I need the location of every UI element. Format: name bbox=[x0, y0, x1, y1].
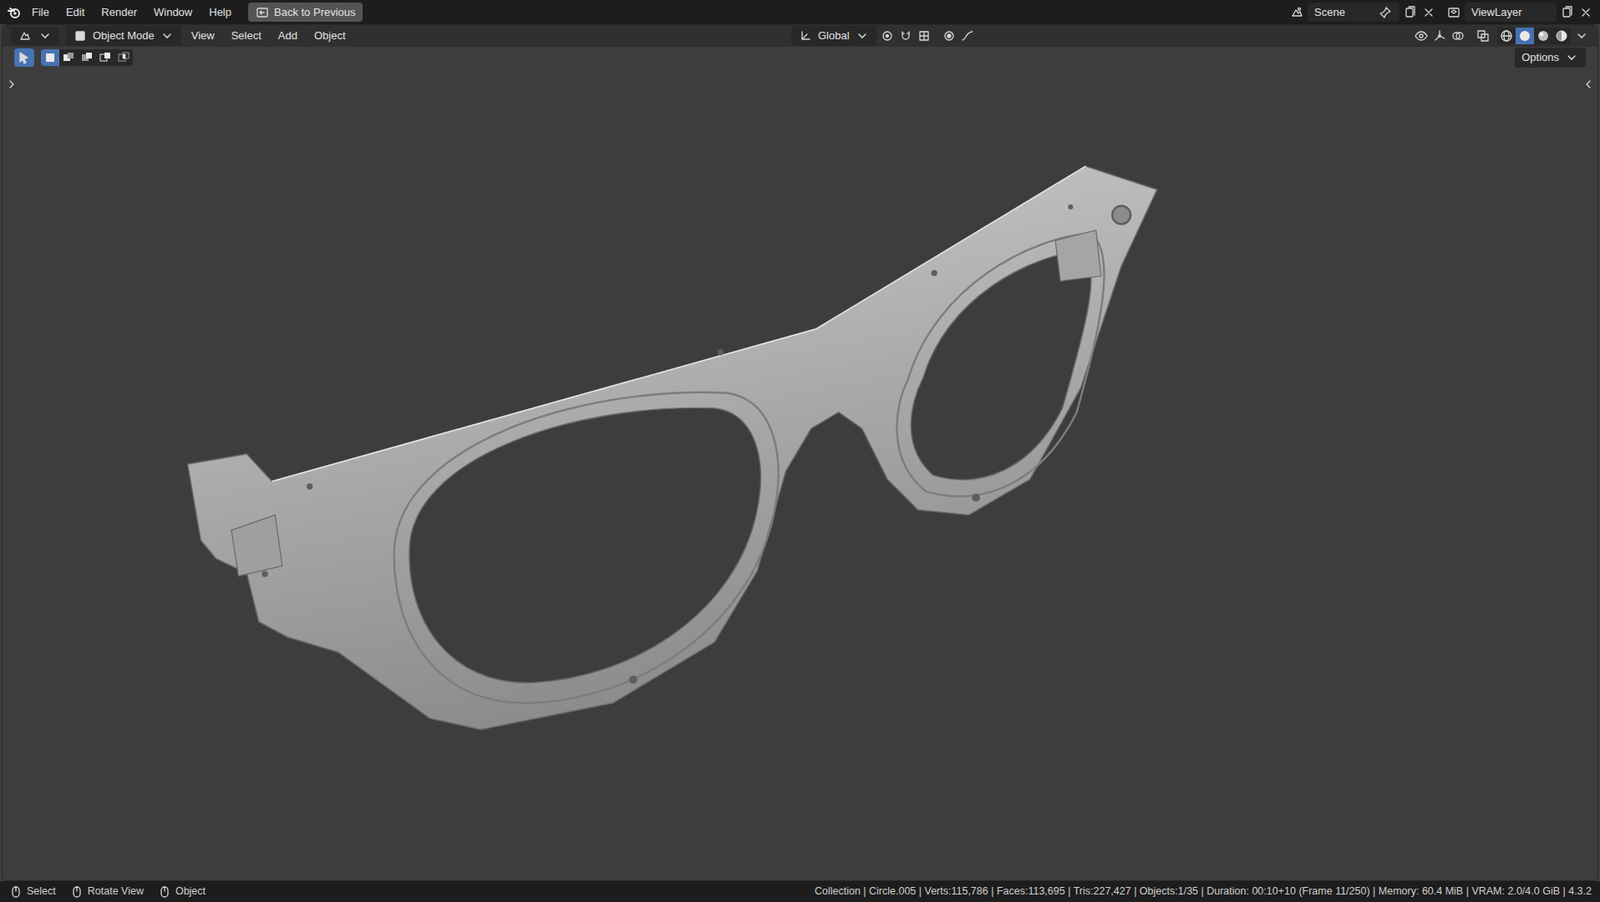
mouse-icon bbox=[69, 884, 85, 900]
material-shading-icon bbox=[1535, 28, 1551, 44]
status-bar: Select Rotate View Object Collection | Circ… bbox=[0, 881, 1600, 902]
snap-target-icon[interactable] bbox=[916, 28, 932, 44]
scene-icon[interactable] bbox=[1289, 5, 1305, 21]
pivot-icon[interactable] bbox=[879, 28, 895, 44]
scene-statistics: Collection | Circle.005 | Verts:115,786 … bbox=[814, 883, 1592, 900]
falloff-icon[interactable] bbox=[960, 28, 976, 44]
select-mode-button[interactable] bbox=[114, 49, 133, 67]
viewport[interactable]: Object Mode ViewSelectAddObject Global Opti… bbox=[1, 24, 1599, 882]
extend-mode-icon bbox=[60, 50, 77, 66]
chevron-icon bbox=[37, 28, 53, 44]
top-bar: FileEditRenderWindowHelp Back to Previous… bbox=[0, 0, 1600, 25]
solid-shading-icon bbox=[1517, 28, 1533, 44]
glasses-model[interactable] bbox=[2, 68, 1598, 881]
mode-dropdown[interactable]: Object Mode bbox=[66, 25, 182, 46]
toolbar-toggle-icon[interactable] bbox=[4, 76, 20, 92]
view-layer-icon[interactable] bbox=[1446, 5, 1462, 21]
menu-item[interactable]: Window bbox=[147, 2, 199, 23]
hint-label: Select bbox=[26, 883, 56, 900]
chevron-icon bbox=[159, 28, 175, 44]
shading-button[interactable] bbox=[1497, 27, 1516, 45]
select-mode-button[interactable] bbox=[59, 49, 78, 67]
blender-logo-icon[interactable] bbox=[6, 5, 22, 21]
snap-icon[interactable] bbox=[898, 28, 914, 44]
mode-label: Object Mode bbox=[92, 27, 155, 45]
wireframe-shading-icon bbox=[1498, 28, 1514, 44]
delete-scene-icon[interactable] bbox=[1421, 5, 1437, 21]
scene-name: Scene bbox=[1314, 4, 1346, 21]
header-menu[interactable]: Object bbox=[307, 25, 353, 46]
shading-button[interactable] bbox=[1533, 27, 1553, 45]
viewport-header: Object Mode ViewSelectAddObject Global bbox=[2, 25, 1598, 47]
select-mode-button[interactable] bbox=[40, 49, 60, 67]
orientation-dropdown[interactable]: Global bbox=[791, 25, 877, 46]
scene-field[interactable]: Scene bbox=[1307, 2, 1400, 23]
back-button[interactable]: Back to Previous bbox=[248, 2, 363, 23]
shading-button[interactable] bbox=[1552, 27, 1571, 45]
select-modes bbox=[40, 49, 133, 67]
menu-item[interactable]: Help bbox=[202, 2, 239, 23]
visibility-icon[interactable] bbox=[1413, 28, 1429, 44]
orientation-icon bbox=[797, 28, 813, 44]
status-hint: Object bbox=[157, 883, 206, 900]
set-mode-icon bbox=[42, 50, 58, 66]
chevron-icon bbox=[1564, 50, 1580, 66]
hint-label: Rotate View bbox=[87, 883, 144, 900]
view-layer-field[interactable]: ViewLayer bbox=[1464, 2, 1557, 23]
menu-item[interactable]: Edit bbox=[59, 2, 92, 23]
new-layer-icon[interactable] bbox=[1559, 5, 1575, 21]
xray-icon[interactable] bbox=[1475, 28, 1491, 44]
new-scene-icon[interactable] bbox=[1402, 5, 1418, 21]
status-hint: Rotate View bbox=[69, 883, 144, 900]
rendered-shading-icon bbox=[1554, 28, 1570, 44]
orientation-label: Global bbox=[817, 27, 850, 45]
back-icon bbox=[254, 5, 270, 21]
shading-modes bbox=[1497, 27, 1571, 45]
view-layer-name: ViewLayer bbox=[1471, 4, 1522, 21]
subtract-mode-icon bbox=[79, 50, 95, 66]
mouse-icon bbox=[157, 884, 173, 900]
proportional-icon[interactable] bbox=[941, 28, 957, 44]
shading-button[interactable] bbox=[1515, 27, 1534, 45]
shading-menu-icon[interactable] bbox=[1574, 28, 1590, 44]
mouse-icon bbox=[8, 884, 24, 900]
options-dropdown[interactable]: Options bbox=[1514, 47, 1586, 68]
editor-type[interactable] bbox=[10, 26, 60, 46]
select-tool[interactable] bbox=[14, 48, 35, 67]
options-label: Options bbox=[1521, 49, 1560, 67]
sidebar-toggle-icon[interactable] bbox=[1580, 76, 1596, 92]
intersect-mode-icon bbox=[116, 50, 132, 66]
tool-settings: Options bbox=[2, 46, 1598, 69]
viewport-canvas[interactable] bbox=[2, 68, 1598, 881]
header-menu[interactable]: Select bbox=[224, 25, 269, 46]
select-mode-button[interactable] bbox=[96, 49, 115, 67]
editor-type-icon bbox=[17, 28, 33, 44]
chevron-icon bbox=[854, 28, 870, 44]
select-cursor-icon bbox=[16, 50, 32, 66]
hint-label: Object bbox=[175, 883, 206, 900]
object-mode-icon bbox=[72, 28, 88, 44]
select-mode-button[interactable] bbox=[77, 49, 97, 67]
invert-mode-icon bbox=[97, 50, 113, 66]
pin-icon[interactable] bbox=[1377, 5, 1393, 21]
delete-layer-icon[interactable] bbox=[1578, 5, 1594, 21]
status-hint: Select bbox=[8, 883, 56, 900]
back-label: Back to Previous bbox=[274, 4, 356, 21]
gizmo-icon[interactable] bbox=[1432, 28, 1448, 44]
menu-item[interactable]: Render bbox=[94, 2, 144, 23]
header-menu[interactable]: View bbox=[184, 25, 222, 46]
menu-item[interactable]: File bbox=[25, 2, 56, 23]
header-menu[interactable]: Add bbox=[271, 25, 305, 46]
overlay-icon[interactable] bbox=[1450, 28, 1466, 44]
